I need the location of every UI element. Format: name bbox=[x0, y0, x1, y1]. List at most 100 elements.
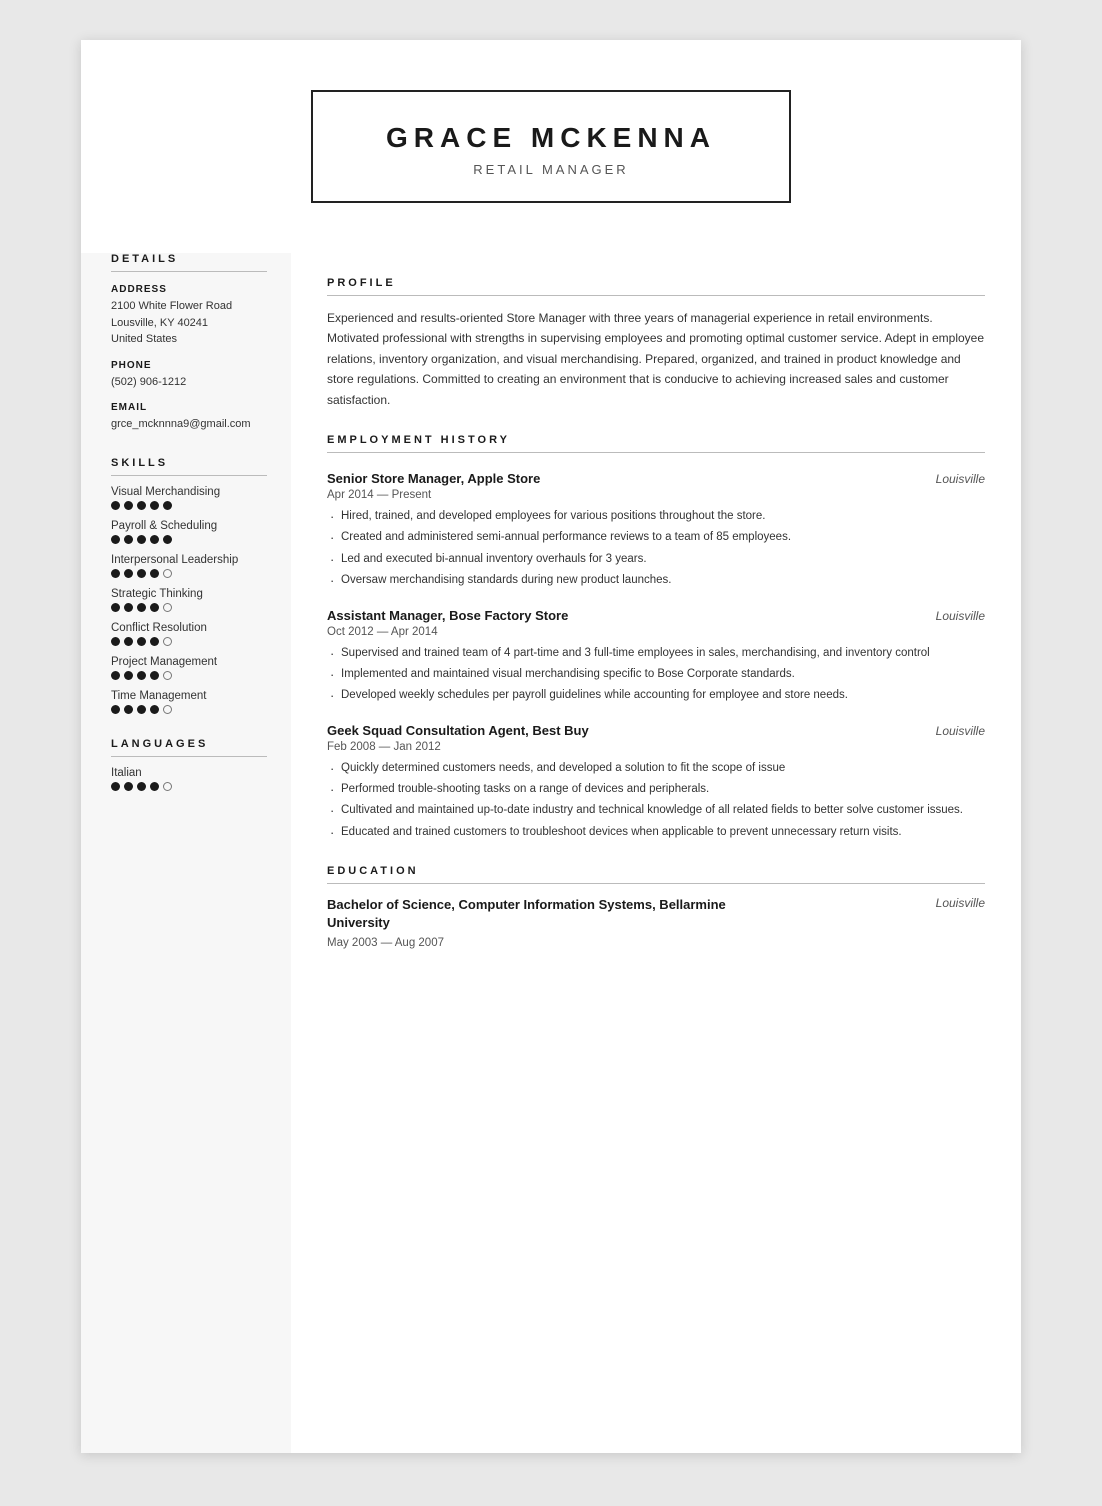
dot-filled bbox=[150, 782, 159, 791]
dot-empty bbox=[163, 603, 172, 612]
skill-name: Interpersonal Leadership bbox=[111, 554, 267, 566]
job-header: Assistant Manager, Bose Factory Store Lou… bbox=[327, 608, 985, 623]
job-bullets: Supervised and trained team of 4 part-ti… bbox=[327, 644, 985, 705]
dot-filled bbox=[150, 501, 159, 510]
skill-dots bbox=[111, 569, 267, 578]
candidate-title: RETAIL MANAGER bbox=[353, 162, 749, 177]
details-section: DETAILS ADDRESS 2100 White Flower Road L… bbox=[111, 253, 267, 433]
job-location: Louisville bbox=[936, 472, 985, 486]
job-location: Louisville bbox=[936, 609, 985, 623]
language-item: Italian bbox=[111, 767, 267, 791]
dot-filled bbox=[150, 535, 159, 544]
job-header: Senior Store Manager, Apple Store Louisvi… bbox=[327, 471, 985, 486]
dot-filled bbox=[137, 671, 146, 680]
dot-filled bbox=[124, 535, 133, 544]
job-dates: Feb 2008 — Jan 2012 bbox=[327, 741, 985, 753]
dot-filled bbox=[163, 501, 172, 510]
skill-name: Payroll & Scheduling bbox=[111, 520, 267, 532]
edu-dates: May 2003 — Aug 2007 bbox=[327, 937, 985, 949]
education-list: Bachelor of Science, Computer Informatio… bbox=[327, 896, 985, 948]
skill-dots bbox=[111, 535, 267, 544]
job-bullet: Educated and trained customers to troubl… bbox=[327, 823, 985, 841]
dot-filled bbox=[150, 569, 159, 578]
skill-name: Time Management bbox=[111, 690, 267, 702]
edu-header: Bachelor of Science, Computer Informatio… bbox=[327, 896, 985, 932]
dot-filled bbox=[137, 637, 146, 646]
dot-filled bbox=[111, 671, 120, 680]
employment-section-title: EMPLOYMENT HISTORY bbox=[327, 434, 985, 453]
job-location: Louisville bbox=[936, 724, 985, 738]
dot-filled bbox=[111, 782, 120, 791]
dot-filled bbox=[137, 705, 146, 714]
skill-dots bbox=[111, 637, 267, 646]
dot-empty bbox=[163, 569, 172, 578]
job-dates: Apr 2014 — Present bbox=[327, 489, 985, 501]
dot-filled bbox=[111, 501, 120, 510]
job-title: Geek Squad Consultation Agent, Best Buy bbox=[327, 723, 589, 738]
languages-section: LANGUAGES Italian bbox=[111, 738, 267, 791]
dot-empty bbox=[163, 637, 172, 646]
profile-section-title: PROFILE bbox=[327, 277, 985, 296]
candidate-name: GRACE MCKENNA bbox=[353, 122, 749, 154]
job-item: Geek Squad Consultation Agent, Best Buy L… bbox=[327, 723, 985, 842]
job-bullets: Quickly determined customers needs, and … bbox=[327, 759, 985, 842]
dot-filled bbox=[124, 705, 133, 714]
dot-empty bbox=[163, 671, 172, 680]
dot-filled bbox=[111, 535, 120, 544]
dot-filled bbox=[137, 535, 146, 544]
skill-item: Strategic Thinking bbox=[111, 588, 267, 612]
skill-item: Conflict Resolution bbox=[111, 622, 267, 646]
dot-filled bbox=[111, 637, 120, 646]
job-bullet: Performed trouble-shooting tasks on a ra… bbox=[327, 780, 985, 798]
dot-filled bbox=[150, 603, 159, 612]
skills-section: SKILLS Visual Merchandising Payroll & Sch… bbox=[111, 457, 267, 714]
languages-title: LANGUAGES bbox=[111, 738, 267, 757]
education-item: Bachelor of Science, Computer Informatio… bbox=[327, 896, 985, 948]
edu-title: Bachelor of Science, Computer Informatio… bbox=[327, 896, 747, 932]
languages-list: Italian bbox=[111, 767, 267, 791]
sidebar: DETAILS ADDRESS 2100 White Flower Road L… bbox=[81, 253, 291, 1453]
job-bullet: Led and executed bi-annual inventory ove… bbox=[327, 550, 985, 568]
job-title: Assistant Manager, Bose Factory Store bbox=[327, 608, 568, 623]
skill-dots bbox=[111, 705, 267, 714]
resume-page: GRACE MCKENNA RETAIL MANAGER DETAILS ADD… bbox=[81, 40, 1021, 1453]
phone-value: (502) 906-1212 bbox=[111, 374, 267, 391]
skill-item: Payroll & Scheduling bbox=[111, 520, 267, 544]
dot-filled bbox=[124, 603, 133, 612]
job-bullets: Hired, trained, and developed employees … bbox=[327, 507, 985, 590]
skill-item: Visual Merchandising bbox=[111, 486, 267, 510]
details-title: DETAILS bbox=[111, 253, 267, 272]
dot-filled bbox=[111, 705, 120, 714]
job-bullet: Supervised and trained team of 4 part-ti… bbox=[327, 644, 985, 662]
job-item: Assistant Manager, Bose Factory Store Lou… bbox=[327, 608, 985, 705]
job-bullet: Developed weekly schedules per payroll g… bbox=[327, 686, 985, 704]
address-label: ADDRESS bbox=[111, 284, 267, 295]
job-dates: Oct 2012 — Apr 2014 bbox=[327, 626, 985, 638]
skill-name: Project Management bbox=[111, 656, 267, 668]
dot-filled bbox=[124, 782, 133, 791]
header-box: GRACE MCKENNA RETAIL MANAGER bbox=[311, 90, 791, 203]
job-title: Senior Store Manager, Apple Store bbox=[327, 471, 540, 486]
address-line3: United States bbox=[111, 331, 267, 348]
skill-dots bbox=[111, 671, 267, 680]
skill-item: Time Management bbox=[111, 690, 267, 714]
job-header: Geek Squad Consultation Agent, Best Buy L… bbox=[327, 723, 985, 738]
dot-filled bbox=[150, 671, 159, 680]
address-line1: 2100 White Flower Road bbox=[111, 298, 267, 315]
skills-list: Visual Merchandising Payroll & Scheduling… bbox=[111, 486, 267, 714]
edu-location: Louisville bbox=[936, 896, 985, 910]
job-bullet: Quickly determined customers needs, and … bbox=[327, 759, 985, 777]
dot-filled bbox=[150, 705, 159, 714]
skill-name: Conflict Resolution bbox=[111, 622, 267, 634]
dot-empty bbox=[163, 705, 172, 714]
profile-text: Experienced and results-oriented Store M… bbox=[327, 308, 985, 410]
skill-dots bbox=[111, 501, 267, 510]
skill-dots bbox=[111, 603, 267, 612]
language-name: Italian bbox=[111, 767, 267, 779]
dot-filled bbox=[137, 501, 146, 510]
dot-filled bbox=[111, 603, 120, 612]
skill-name: Visual Merchandising bbox=[111, 486, 267, 498]
email-label: EMAIL bbox=[111, 402, 267, 413]
job-bullet: Implemented and maintained visual mercha… bbox=[327, 665, 985, 683]
skills-title: SKILLS bbox=[111, 457, 267, 476]
